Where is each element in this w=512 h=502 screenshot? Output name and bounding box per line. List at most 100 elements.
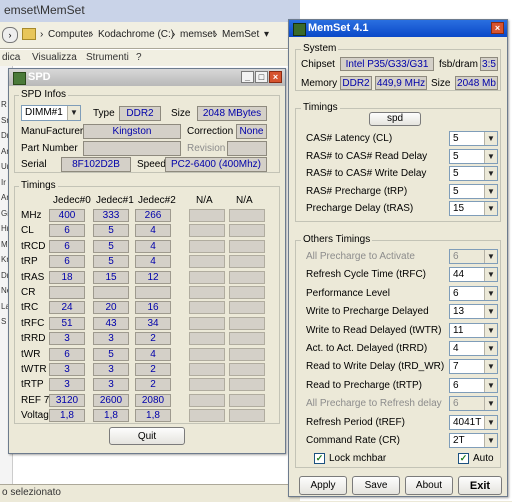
timing-select[interactable]: 2T ▼ [449,433,498,448]
chevron-down-icon[interactable]: ▼ [484,415,497,429]
timing-select[interactable]: 4041T ▼ [449,414,498,430]
chevron-down-icon[interactable]: ▼ [484,305,497,319]
timing-select-value: 44 [453,269,465,281]
chevron-down-icon[interactable]: ▼ [484,202,497,215]
back-arrow-icon[interactable]: › [2,27,18,43]
breadcrumb-computer[interactable]: Computer [48,29,92,40]
menu-help[interactable]: ? [136,52,142,63]
breadcrumb-memset-sub[interactable]: MemSet [222,29,259,40]
chevron-down-icon[interactable]: ▼ [484,167,497,180]
close-icon[interactable]: × [269,71,282,83]
timing-select[interactable]: 44 ▼ [449,267,498,283]
chevron-down-icon[interactable]: ▼ [484,360,497,374]
exit-button[interactable]: Exit [458,476,502,495]
timing-cell-empty [189,255,225,269]
timing-cell: 18 [49,270,85,284]
chevron-down-icon: ▼ [484,397,497,411]
chevron-down-icon[interactable]: ▼ [484,378,497,392]
timing-row-label: tWTR [21,364,47,375]
timing-row-label: tRTP [21,379,44,391]
quit-button[interactable]: Quit [109,427,185,445]
timing-cell: 34 [135,316,171,330]
column-jedec2: Jedec#2 [138,195,176,206]
timing-select[interactable]: 5 ▼ [449,148,498,164]
folder-icon [22,28,36,40]
timing-cell [93,286,129,299]
close-icon[interactable]: × [491,22,504,34]
memset-titlebar[interactable]: MemSet 4.1 × [289,20,507,37]
timing-cell: 3 [93,378,129,392]
revision-value [227,141,267,156]
timing-cell: 5 [93,347,129,361]
chevron-down-icon[interactable]: ▼ [484,434,497,447]
speed-value: PC2-6400 (400Mhz) [165,157,267,172]
chevron-down-icon[interactable]: ▼ [67,106,80,120]
chevron-down-icon[interactable]: ▼ [484,132,497,145]
save-button[interactable]: Save [352,476,400,495]
dimm-select[interactable]: DIMM#1 ▼ [21,105,81,121]
about-button[interactable]: About [405,476,453,495]
other-timing-label: Command Rate (CR) [306,435,400,446]
chevron-down-icon[interactable]: ▾ [264,29,269,40]
timing-select[interactable]: 7 ▼ [449,359,498,375]
timing-cell: 1,8 [49,409,85,423]
spd-window: SPD _ □ × SPD Infos DIMM#1 ▼ Type DDR2 S… [8,68,286,454]
menu-tools[interactable]: Strumenti [86,52,129,63]
timing-cell: 16 [135,301,171,315]
timing-cell: 3 [93,363,129,376]
explorer-title: emset\MemSet [0,0,300,22]
timing-select[interactable]: 13 ▼ [449,304,498,320]
timing-select[interactable]: 6 ▼ [449,285,498,301]
apply-button[interactable]: Apply [299,476,347,495]
timing-cell-empty [229,286,265,299]
timing-select[interactable]: 6 ▼ [449,377,498,393]
timing-row-label: tRP [21,256,38,268]
timing-cell: 1,8 [135,409,171,423]
spd-button[interactable]: spd [369,112,421,126]
breadcrumb-drive[interactable]: Kodachrome (C:) [98,29,174,40]
timing-cell: 2600 [93,393,129,407]
chevron-down-icon[interactable]: ▼ [484,268,497,282]
timing-select[interactable]: 11 ▼ [449,322,498,338]
timing-select[interactable]: 5 ▼ [449,183,498,199]
timing-select[interactable]: 5 ▼ [449,166,498,181]
explorer-address-bar[interactable]: › › Computer › Kodachrome (C:) › memset … [0,22,300,49]
memset-title: MemSet 4.1 [308,22,369,34]
auto-checkbox[interactable]: ✓ [458,453,469,464]
spd-titlebar[interactable]: SPD _ □ × [9,69,285,86]
breadcrumb-memset[interactable]: memset [180,29,216,40]
chevron-down-icon[interactable]: ▼ [484,286,497,300]
memory-size-value: 2048 Mb [455,76,498,90]
minimize-icon[interactable]: _ [241,71,254,83]
lock-mchbar-checkbox[interactable]: ✓ [314,453,325,464]
menu-view[interactable]: Visualizza [32,52,77,63]
timing-label: RAS# to CAS# Write Delay [306,168,427,179]
timing-cell: 400 [49,209,85,222]
timing-select[interactable]: 5 ▼ [449,131,498,146]
timing-cell: 3 [49,332,85,346]
other-timing-label: Refresh Cycle Time (tRFC) [306,269,427,281]
timing-row-label: CL [21,225,34,237]
chevron-down-icon[interactable]: ▼ [484,184,497,198]
timing-row-label: tRFC [21,317,45,329]
timing-cell: 4 [135,255,171,269]
timing-cell: 6 [49,239,85,253]
other-timing-label: Read to Write Delay (tRD_WR) [306,361,445,373]
chevron-down-icon[interactable]: ▼ [484,342,497,355]
file-list-item: Ir [1,177,6,187]
menu-edit[interactable]: dica [2,52,20,63]
timing-select-value: 2T [453,435,465,446]
others-timings-group-label: Others Timings [301,234,373,245]
timing-select-value: 5 [453,168,459,179]
timing-cell-empty [189,363,225,376]
maximize-icon[interactable]: □ [255,71,268,83]
column-na-1: N/A [196,195,213,206]
timing-select[interactable]: 4 ▼ [449,341,498,356]
other-timing-label: Act. to Act. Delayed (tRRD) [306,343,428,354]
type-label: Type [93,108,115,119]
speed-label: Speed [137,159,166,170]
chevron-down-icon[interactable]: ▼ [484,149,497,163]
chevron-down-icon[interactable]: ▼ [484,323,497,337]
timing-select[interactable]: 15 ▼ [449,201,498,216]
timing-row-label: tRRD [21,333,46,345]
